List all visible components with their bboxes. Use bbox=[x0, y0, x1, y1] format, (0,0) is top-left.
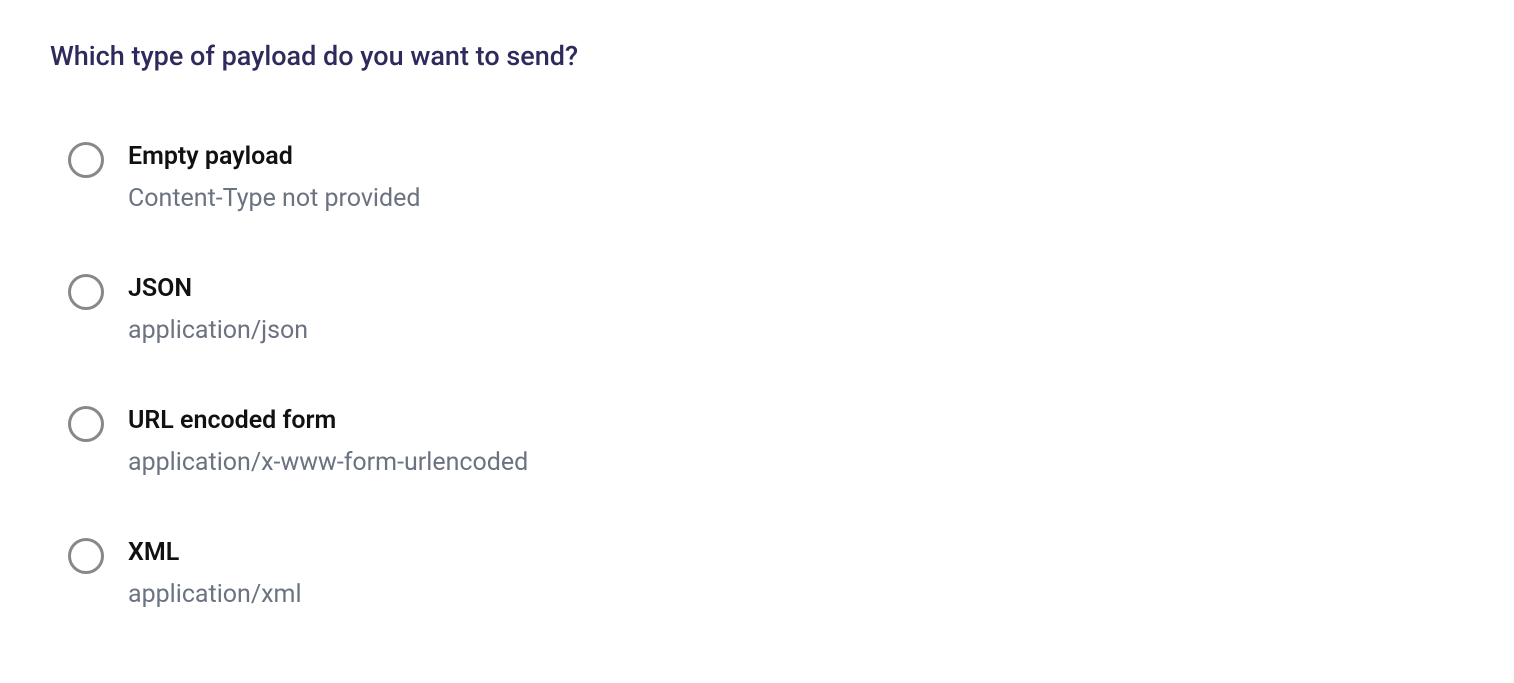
option-xml[interactable]: XML application/xml bbox=[68, 538, 1464, 610]
radio-icon bbox=[68, 538, 104, 574]
option-subtitle: application/json bbox=[128, 316, 308, 346]
option-subtitle: Content-Type not provided bbox=[128, 184, 420, 214]
option-subtitle: application/xml bbox=[128, 580, 302, 610]
payload-options-group: Empty payload Content-Type not provided … bbox=[50, 142, 1464, 610]
radio-icon bbox=[68, 406, 104, 442]
option-title: URL encoded form bbox=[128, 406, 528, 436]
option-subtitle: application/x-www-form-urlencoded bbox=[128, 448, 528, 478]
radio-icon bbox=[68, 274, 104, 310]
option-url-encoded-form[interactable]: URL encoded form application/x-www-form-… bbox=[68, 406, 1464, 478]
option-text: XML application/xml bbox=[128, 538, 302, 610]
radio-icon bbox=[68, 142, 104, 178]
option-text: Empty payload Content-Type not provided bbox=[128, 142, 420, 214]
page-heading: Which type of payload do you want to sen… bbox=[50, 40, 1464, 72]
option-title: JSON bbox=[128, 274, 308, 304]
option-json[interactable]: JSON application/json bbox=[68, 274, 1464, 346]
option-title: XML bbox=[128, 538, 302, 568]
option-text: JSON application/json bbox=[128, 274, 308, 346]
option-empty-payload[interactable]: Empty payload Content-Type not provided bbox=[68, 142, 1464, 214]
option-title: Empty payload bbox=[128, 142, 420, 172]
option-text: URL encoded form application/x-www-form-… bbox=[128, 406, 528, 478]
